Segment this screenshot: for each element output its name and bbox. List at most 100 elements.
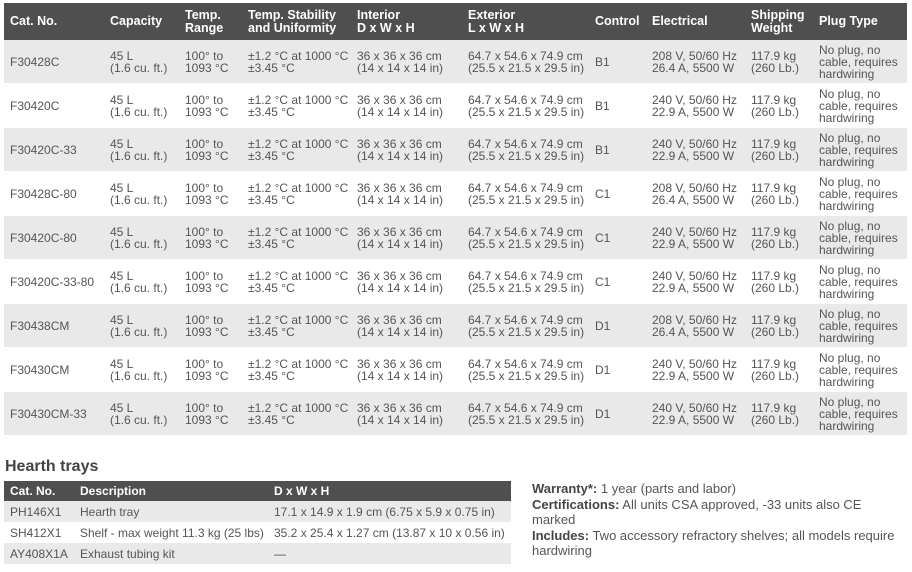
specifications-header-row: Cat. No. Capacity Temp. Range Temp. Stab… bbox=[4, 3, 907, 40]
cell-electrical: 208 V, 50/60 Hz 26.4 A, 5500 W bbox=[646, 303, 745, 348]
table-row: F30438CM 45 L (1.6 cu. ft.) 100° to 1093 °… bbox=[4, 303, 907, 348]
cell-temp-stability: ±1.2 °C at 1000 °C ±3.45 °C bbox=[242, 171, 351, 216]
cell-capacity: 45 L (1.6 cu. ft.) bbox=[104, 303, 179, 348]
warranty-note: Warranty*: 1 year (parts and labor) bbox=[532, 481, 904, 496]
cell-electrical: 208 V, 50/60 Hz 26.4 A, 5500 W bbox=[646, 40, 745, 84]
certifications-label: Certifications: bbox=[532, 497, 620, 512]
hearth-header-description: Description bbox=[74, 481, 268, 501]
cell-control: B1 bbox=[589, 40, 646, 84]
cell-control: D1 bbox=[589, 347, 646, 392]
cell-capacity: 45 L (1.6 cu. ft.) bbox=[104, 391, 179, 436]
hearth-cell-description: Shelf - max weight 11.3 kg (25 lbs) bbox=[74, 522, 268, 543]
cell-plug-type: No plug, no cable, requires hardwiring bbox=[813, 127, 907, 172]
cell-capacity: 45 L (1.6 cu. ft.) bbox=[104, 347, 179, 392]
table-row: F30420C 45 L (1.6 cu. ft.) 100° to 1093 °C… bbox=[4, 83, 907, 128]
header-capacity: Capacity bbox=[104, 3, 179, 40]
cell-temp-range: 100° to 1093 °C bbox=[179, 215, 242, 260]
cell-cat-no: F30420C-80 bbox=[4, 215, 104, 260]
cell-shipping-weight: 117.9 kg (260 Lb.) bbox=[745, 83, 813, 128]
cell-control: C1 bbox=[589, 171, 646, 216]
cell-capacity: 45 L (1.6 cu. ft.) bbox=[104, 127, 179, 172]
cell-electrical: 240 V, 50/60 Hz 22.9 A, 5500 W bbox=[646, 391, 745, 436]
cell-temp-range: 100° to 1093 °C bbox=[179, 171, 242, 216]
cell-shipping-weight: 117.9 kg (260 Lb.) bbox=[745, 171, 813, 216]
cell-temp-stability: ±1.2 °C at 1000 °C ±3.45 °C bbox=[242, 347, 351, 392]
cell-capacity: 45 L (1.6 cu. ft.) bbox=[104, 171, 179, 216]
cell-cat-no: F30420C bbox=[4, 83, 104, 128]
cell-plug-type: No plug, no cable, requires hardwiring bbox=[813, 40, 907, 84]
cell-electrical: 208 V, 50/60 Hz 26.4 A, 5500 W bbox=[646, 171, 745, 216]
table-row: F30430CM 45 L (1.6 cu. ft.) 100° to 1093 °… bbox=[4, 347, 907, 392]
cell-temp-stability: ±1.2 °C at 1000 °C ±3.45 °C bbox=[242, 391, 351, 436]
table-row: F30420C-33 45 L (1.6 cu. ft.) 100° to 1093… bbox=[4, 127, 907, 172]
header-interior: Interior D x W x H bbox=[351, 3, 462, 40]
cell-interior: 36 x 36 x 36 cm (14 x 14 x 14 in) bbox=[351, 127, 462, 172]
table-row: F30428C-80 45 L (1.6 cu. ft.) 100° to 1093… bbox=[4, 171, 907, 216]
cell-exterior: 64.7 x 54.6 x 74.9 cm (25.5 x 21.5 x 29.… bbox=[462, 171, 589, 216]
cell-plug-type: No plug, no cable, requires hardwiring bbox=[813, 259, 907, 304]
cell-exterior: 64.7 x 54.6 x 74.9 cm (25.5 x 21.5 x 29.… bbox=[462, 127, 589, 172]
cell-control: B1 bbox=[589, 127, 646, 172]
cell-exterior: 64.7 x 54.6 x 74.9 cm (25.5 x 21.5 x 29.… bbox=[462, 347, 589, 392]
cell-electrical: 240 V, 50/60 Hz 22.9 A, 5500 W bbox=[646, 347, 745, 392]
header-cat-no: Cat. No. bbox=[4, 3, 104, 40]
cell-temp-stability: ±1.2 °C at 1000 °C ±3.45 °C bbox=[242, 259, 351, 304]
cell-cat-no: F30438CM bbox=[4, 303, 104, 348]
certifications-note: Certifications: All units CSA approved, … bbox=[532, 497, 904, 527]
cell-interior: 36 x 36 x 36 cm (14 x 14 x 14 in) bbox=[351, 391, 462, 436]
hearth-cell-dimensions: 35.2 x 25.4 x 1.27 cm (13.87 x 10 x 0.56… bbox=[268, 522, 511, 543]
hearth-cell-description: Exhaust tubing kit bbox=[74, 543, 268, 564]
hearth-trays-table: Cat. No. Description D x W x H PH146X1 He… bbox=[4, 481, 511, 564]
hearth-cell-cat-no: AY408X1A bbox=[4, 543, 74, 564]
cell-temp-range: 100° to 1093 °C bbox=[179, 83, 242, 128]
cell-plug-type: No plug, no cable, requires hardwiring bbox=[813, 347, 907, 392]
includes-label: Includes: bbox=[532, 528, 590, 543]
includes-note: Includes: Two accessory refractory shelv… bbox=[532, 528, 904, 558]
cell-interior: 36 x 36 x 36 cm (14 x 14 x 14 in) bbox=[351, 259, 462, 304]
header-exterior: Exterior L x W x H bbox=[462, 3, 589, 40]
cell-temp-stability: ±1.2 °C at 1000 °C ±3.45 °C bbox=[242, 83, 351, 128]
cell-plug-type: No plug, no cable, requires hardwiring bbox=[813, 391, 907, 436]
cell-temp-stability: ±1.2 °C at 1000 °C ±3.45 °C bbox=[242, 40, 351, 84]
hearth-cell-cat-no: PH146X1 bbox=[4, 501, 74, 522]
cell-exterior: 64.7 x 54.6 x 74.9 cm (25.5 x 21.5 x 29.… bbox=[462, 391, 589, 436]
header-shipping-weight: Shipping Weight bbox=[745, 3, 813, 40]
cell-electrical: 240 V, 50/60 Hz 22.9 A, 5500 W bbox=[646, 127, 745, 172]
hearth-row: AY408X1A Exhaust tubing kit — bbox=[4, 543, 511, 564]
cell-shipping-weight: 117.9 kg (260 Lb.) bbox=[745, 215, 813, 260]
cell-temp-stability: ±1.2 °C at 1000 °C ±3.45 °C bbox=[242, 127, 351, 172]
cell-temp-stability: ±1.2 °C at 1000 °C ±3.45 °C bbox=[242, 303, 351, 348]
cell-exterior: 64.7 x 54.6 x 74.9 cm (25.5 x 21.5 x 29.… bbox=[462, 40, 589, 84]
cell-shipping-weight: 117.9 kg (260 Lb.) bbox=[745, 40, 813, 84]
cell-plug-type: No plug, no cable, requires hardwiring bbox=[813, 83, 907, 128]
cell-temp-range: 100° to 1093 °C bbox=[179, 303, 242, 348]
hearth-cell-dimensions: 17.1 x 14.9 x 1.9 cm (6.75 x 5.9 x 0.75 … bbox=[268, 501, 511, 522]
hearth-row: SH412X1 Shelf - max weight 11.3 kg (25 lb… bbox=[4, 522, 511, 543]
header-temp-range: Temp. Range bbox=[179, 3, 242, 40]
cell-electrical: 240 V, 50/60 Hz 22.9 A, 5500 W bbox=[646, 83, 745, 128]
cell-temp-range: 100° to 1093 °C bbox=[179, 391, 242, 436]
cell-exterior: 64.7 x 54.6 x 74.9 cm (25.5 x 21.5 x 29.… bbox=[462, 83, 589, 128]
cell-interior: 36 x 36 x 36 cm (14 x 14 x 14 in) bbox=[351, 347, 462, 392]
cell-temp-stability: ±1.2 °C at 1000 °C ±3.45 °C bbox=[242, 215, 351, 260]
cell-shipping-weight: 117.9 kg (260 Lb.) bbox=[745, 259, 813, 304]
cell-cat-no: F30428C-80 bbox=[4, 171, 104, 216]
specifications-table: Cat. No. Capacity Temp. Range Temp. Stab… bbox=[4, 3, 907, 436]
warranty-text: 1 year (parts and labor) bbox=[597, 481, 736, 496]
notes-block: Warranty*: 1 year (parts and labor) Cert… bbox=[532, 481, 904, 559]
cell-control: C1 bbox=[589, 215, 646, 260]
cell-interior: 36 x 36 x 36 cm (14 x 14 x 14 in) bbox=[351, 40, 462, 84]
cell-plug-type: No plug, no cable, requires hardwiring bbox=[813, 303, 907, 348]
cell-shipping-weight: 117.9 kg (260 Lb.) bbox=[745, 127, 813, 172]
hearth-cell-description: Hearth tray bbox=[74, 501, 268, 522]
hearth-row: PH146X1 Hearth tray 17.1 x 14.9 x 1.9 cm (… bbox=[4, 501, 511, 522]
hearth-trays-title: Hearth trays bbox=[5, 458, 99, 475]
cell-capacity: 45 L (1.6 cu. ft.) bbox=[104, 83, 179, 128]
cell-cat-no: F30420C-33 bbox=[4, 127, 104, 172]
hearth-header-row: Cat. No. Description D x W x H bbox=[4, 481, 511, 501]
cell-shipping-weight: 117.9 kg (260 Lb.) bbox=[745, 391, 813, 436]
cell-temp-range: 100° to 1093 °C bbox=[179, 347, 242, 392]
hearth-header-cat-no: Cat. No. bbox=[4, 481, 74, 501]
header-control: Control bbox=[589, 3, 646, 40]
cell-electrical: 240 V, 50/60 Hz 22.9 A, 5500 W bbox=[646, 259, 745, 304]
